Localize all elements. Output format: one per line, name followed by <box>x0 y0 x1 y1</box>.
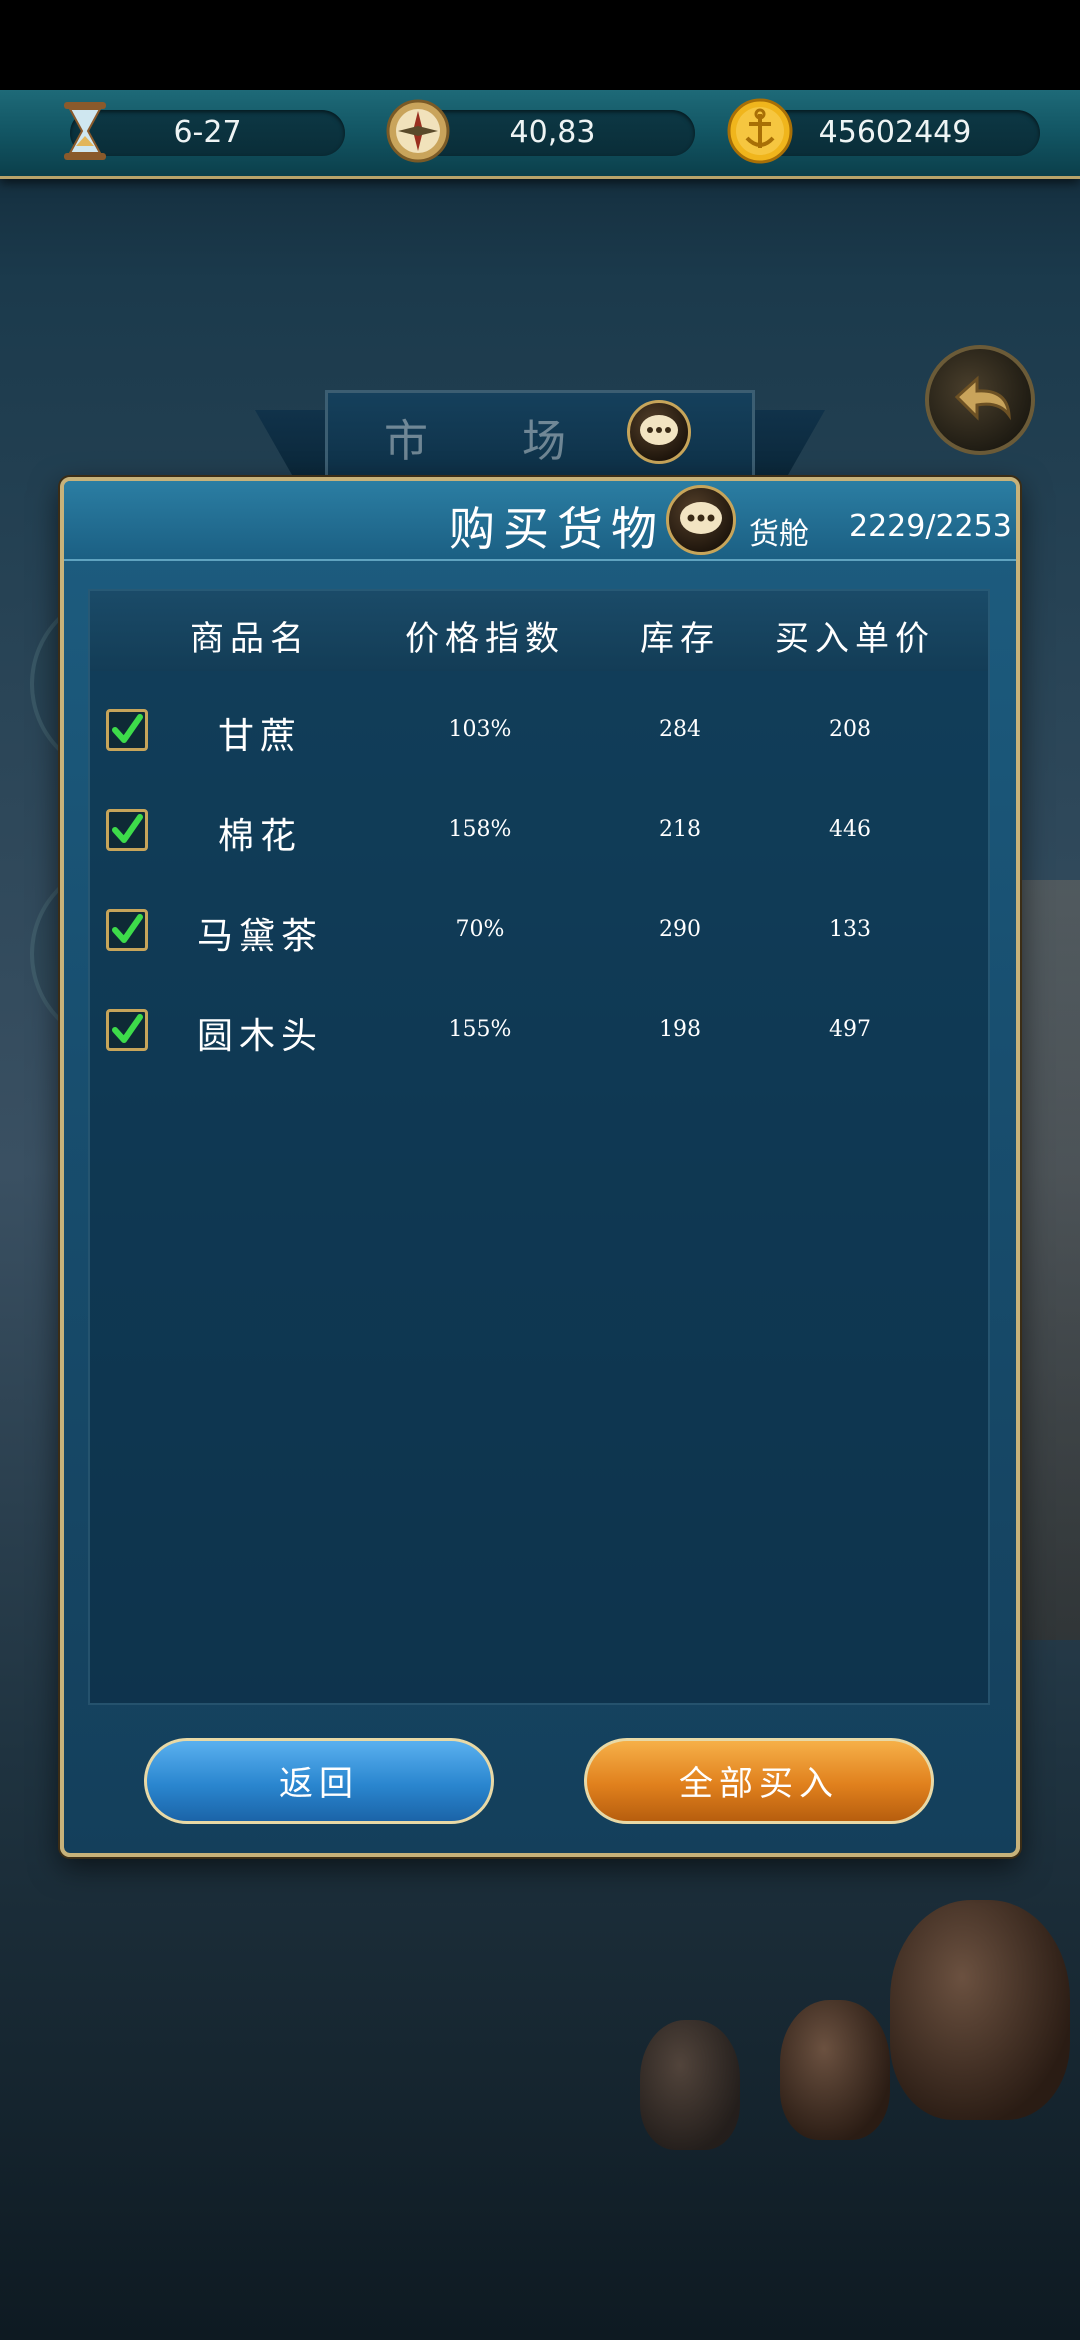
background-jar <box>890 1900 1070 2120</box>
column-header-unit-price: 买入单价 <box>775 619 935 659</box>
panel-corner-ornament <box>60 1797 120 1857</box>
checkmark-icon <box>112 714 143 743</box>
chat-bubble-icon <box>640 415 678 445</box>
panel-title: 购买货物 <box>449 502 665 556</box>
goods-name: 甘蔗 <box>217 716 302 757</box>
goods-stock: 218 <box>659 817 701 842</box>
column-header-name: 商品名 <box>190 619 310 659</box>
checkmark-icon <box>112 1014 143 1043</box>
goods-unit-price: 497 <box>829 1017 871 1042</box>
column-header-price-index: 价格指数 <box>405 619 565 659</box>
goods-price-index: 155% <box>448 1017 512 1042</box>
goods-name: 棉花 <box>217 816 302 857</box>
table-row[interactable]: 圆木头 155% 198 497 <box>90 981 988 1081</box>
coordinates-value: 40,83 <box>509 115 596 150</box>
back-arrow-button[interactable] <box>925 345 1035 455</box>
gold-coin-icon <box>727 98 793 164</box>
goods-name: 圆木头 <box>196 1016 323 1057</box>
cargo-capacity-value: 2229/2253 <box>849 509 1012 544</box>
hourglass-icon <box>64 102 106 160</box>
date-value: 6-27 <box>173 115 242 150</box>
goods-table: 商品名 价格指数 库存 买入单价 甘蔗 103% 284 208 棉花 158%… <box>88 589 990 1705</box>
goods-price-index: 158% <box>448 817 512 842</box>
checkmark-icon <box>112 814 143 843</box>
compass-icon <box>386 99 450 163</box>
cargo-capacity-label: 货舱 <box>749 517 809 552</box>
back-button[interactable]: 返回 <box>144 1738 494 1824</box>
panel-corner-ornament <box>960 1797 1020 1857</box>
goods-price-index: 70% <box>455 917 505 942</box>
panel-header: 购买货物 货舱 2229/2253 <box>64 481 1016 561</box>
goods-stock: 284 <box>659 717 701 742</box>
table-row[interactable]: 棉花 158% 218 446 <box>90 781 988 881</box>
back-arrow-icon <box>954 375 1011 421</box>
table-row[interactable]: 马黛茶 70% 290 133 <box>90 881 988 981</box>
row-checkbox[interactable] <box>106 809 148 851</box>
goods-name: 马黛茶 <box>196 916 323 957</box>
table-row[interactable]: 甘蔗 103% 284 208 <box>90 681 988 781</box>
panel-chat-bubble[interactable] <box>666 485 736 555</box>
goods-unit-price: 446 <box>829 817 871 842</box>
background-jar <box>640 2020 740 2150</box>
goods-stock: 290 <box>659 917 701 942</box>
game-screen: 6-27 40,83 45602449 市 场 购买货物 货舱 2229/225… <box>0 0 1080 2340</box>
buy-goods-panel: 购买货物 货舱 2229/2253 商品名 价格指数 库存 买入单价 甘蔗 10… <box>60 477 1020 1857</box>
goods-price-index: 103% <box>448 717 512 742</box>
market-title: 市 场 <box>384 416 606 467</box>
market-chat-bubble[interactable] <box>627 400 691 464</box>
top-letterbox <box>0 0 1080 90</box>
row-checkbox[interactable] <box>106 709 148 751</box>
checkmark-icon <box>112 914 143 943</box>
goods-unit-price: 133 <box>829 917 871 942</box>
chat-bubble-icon <box>680 502 722 534</box>
gold-value: 45602449 <box>818 115 972 150</box>
column-header-stock: 库存 <box>640 619 720 659</box>
background-jar <box>780 2000 890 2140</box>
table-header: 商品名 价格指数 库存 买入单价 <box>90 591 988 671</box>
row-checkbox[interactable] <box>106 1009 148 1051</box>
row-checkbox[interactable] <box>106 909 148 951</box>
status-bar: 6-27 40,83 45602449 <box>0 90 1080 179</box>
goods-unit-price: 208 <box>829 717 871 742</box>
buy-all-button[interactable]: 全部买入 <box>584 1738 934 1824</box>
goods-stock: 198 <box>659 1017 701 1042</box>
